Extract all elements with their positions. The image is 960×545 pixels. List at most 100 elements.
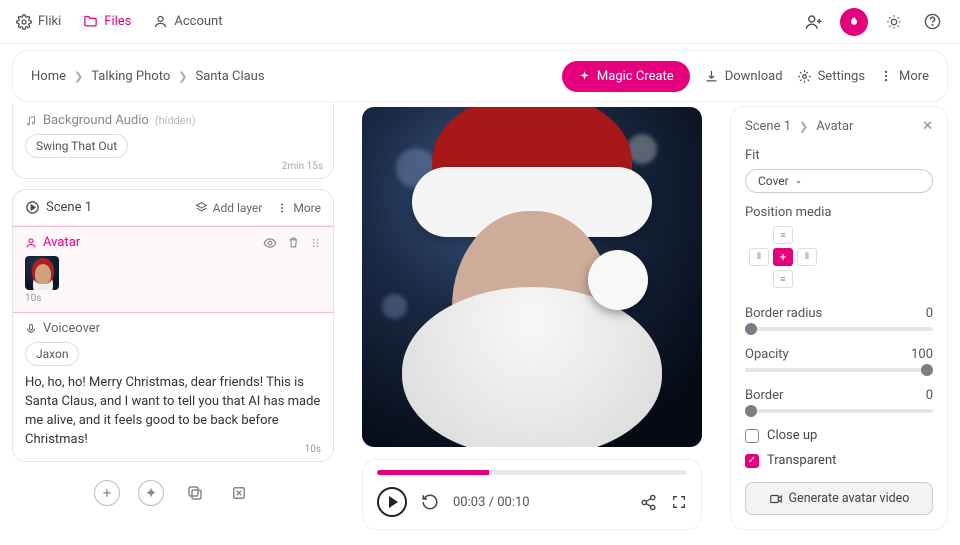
scene-title[interactable]: Scene 1 xyxy=(25,200,92,215)
help-icon[interactable] xyxy=(920,10,944,34)
fullscreen-button[interactable] xyxy=(671,494,687,511)
delete-scene-button[interactable] xyxy=(226,480,252,506)
add-layer-button[interactable]: Add layer xyxy=(195,201,263,215)
music-icon xyxy=(25,115,37,127)
close-panel-button[interactable]: ✕ xyxy=(922,119,933,134)
closeup-checkbox[interactable]: Close up xyxy=(745,428,933,443)
gear-icon xyxy=(797,69,812,84)
avatar-layer[interactable]: Avatar 10s xyxy=(13,226,333,313)
drag-handle-icon[interactable] xyxy=(310,236,321,250)
panel-bc-scene[interactable]: Scene 1 xyxy=(745,119,791,134)
add-scene-button[interactable]: + xyxy=(94,480,120,506)
fit-select[interactable]: Cover ⌄ xyxy=(745,169,933,193)
share-button[interactable] xyxy=(640,494,657,511)
theme-toggle[interactable] xyxy=(882,10,906,34)
play-icon xyxy=(389,496,398,508)
app-logo[interactable]: Fliki xyxy=(16,14,61,30)
chevron-right-icon: ❯ xyxy=(74,70,83,83)
play-button[interactable] xyxy=(377,487,407,517)
profile-avatar[interactable] xyxy=(840,8,868,36)
hidden-tag: (hidden) xyxy=(155,114,196,127)
bg-audio-duration: 2min 15s xyxy=(282,161,323,172)
replay-icon xyxy=(421,493,439,511)
checkbox-checked-icon: ✓ xyxy=(745,454,759,468)
replay-button[interactable] xyxy=(421,493,439,511)
voiceover-layer[interactable]: Voiceover Jaxon Ho, ho, ho! Merry Christ… xyxy=(13,313,333,461)
scene-card: Scene 1 Add layer More Avatar xyxy=(12,189,334,462)
player-bar: 00:03 / 00:10 xyxy=(362,459,702,530)
timecode: 00:03 / 00:10 xyxy=(453,495,530,510)
mic-icon xyxy=(25,323,37,335)
pos-left[interactable]: ⦀ xyxy=(749,248,769,266)
transparent-checkbox[interactable]: ✓ Transparent xyxy=(745,453,933,468)
fullscreen-icon xyxy=(671,494,687,510)
more-vertical-icon xyxy=(276,202,288,214)
app-name: Fliki xyxy=(38,14,61,29)
folder-icon xyxy=(83,14,98,29)
settings-button[interactable]: Settings xyxy=(797,69,865,84)
pos-bottom[interactable]: ≡ xyxy=(773,270,793,288)
pos-top[interactable]: ≡ xyxy=(773,226,793,244)
pos-right[interactable]: ⦀ xyxy=(797,248,817,266)
border-radius-slider[interactable] xyxy=(745,327,933,331)
chevron-right-icon: ❯ xyxy=(799,120,808,133)
avatar-duration: 10s xyxy=(25,293,321,304)
fit-label: Fit xyxy=(745,148,933,163)
flame-icon xyxy=(847,15,861,29)
background-audio-card[interactable]: Background Audio (hidden) Swing That Out… xyxy=(12,103,334,179)
video-icon xyxy=(769,492,783,506)
avatar-layer-label: Avatar xyxy=(43,235,80,250)
opacity-value: 100 xyxy=(911,347,933,362)
bc-home[interactable]: Home xyxy=(31,69,66,84)
generate-avatar-button[interactable]: Generate avatar video xyxy=(745,482,933,515)
trash-icon[interactable] xyxy=(287,236,300,249)
vo-duration: 10s xyxy=(305,444,321,455)
nav-files[interactable]: Files xyxy=(83,14,131,29)
chevron-down-icon: ⌄ xyxy=(795,176,803,186)
avatar-thumbnail[interactable] xyxy=(25,256,59,290)
chevron-right-icon: ❯ xyxy=(178,70,187,83)
gear-icon xyxy=(16,14,32,30)
border-label: Border xyxy=(745,388,783,403)
duplicate-scene-button[interactable] xyxy=(182,480,208,506)
border-radius-value: 0 xyxy=(926,306,933,321)
border-value: 0 xyxy=(926,388,933,403)
nav-account[interactable]: Account xyxy=(153,14,222,29)
script-text[interactable]: Ho, ho, ho! Merry Christmas, dear friend… xyxy=(25,374,321,449)
sparkle-icon xyxy=(578,70,591,83)
voice-selector[interactable]: Jaxon xyxy=(25,342,79,366)
more-vertical-icon xyxy=(879,69,893,83)
scene-actions: + ✦ xyxy=(12,480,334,506)
download-icon xyxy=(704,69,719,84)
play-circle-icon xyxy=(25,200,40,215)
more-button[interactable]: More xyxy=(879,69,929,84)
border-radius-label: Border radius xyxy=(745,306,822,321)
voiceover-label: Voiceover xyxy=(43,321,100,336)
add-magic-scene-button[interactable]: ✦ xyxy=(138,480,164,506)
bc-project[interactable]: Talking Photo xyxy=(91,69,170,84)
user-icon xyxy=(25,237,37,249)
panel-bc-layer[interactable]: Avatar xyxy=(816,119,853,134)
share-icon xyxy=(640,494,657,511)
checkbox-icon xyxy=(745,429,759,443)
bc-file[interactable]: Santa Claus xyxy=(195,69,264,84)
invite-icon[interactable] xyxy=(802,10,826,34)
scene-more-button[interactable]: More xyxy=(276,201,321,215)
bg-audio-track[interactable]: Swing That Out xyxy=(25,134,128,158)
eye-icon[interactable] xyxy=(263,236,277,250)
position-label: Position media xyxy=(745,205,933,220)
opacity-slider[interactable] xyxy=(745,368,933,372)
progress-fill xyxy=(377,470,489,475)
santa-beard xyxy=(402,287,662,447)
progress-track[interactable] xyxy=(377,470,687,475)
sun-icon xyxy=(886,14,902,30)
properties-panel: Scene 1 ❯ Avatar ✕ Fit Cover ⌄ Position … xyxy=(730,106,948,530)
preview-canvas[interactable] xyxy=(362,107,702,447)
magic-create-button[interactable]: Magic Create xyxy=(562,61,690,92)
pos-center[interactable]: + xyxy=(773,248,793,266)
opacity-label: Opacity xyxy=(745,347,789,362)
user-icon xyxy=(153,14,168,29)
border-slider[interactable] xyxy=(745,409,933,413)
breadcrumb: Home ❯ Talking Photo ❯ Santa Claus xyxy=(31,69,265,84)
download-button[interactable]: Download xyxy=(704,69,783,84)
